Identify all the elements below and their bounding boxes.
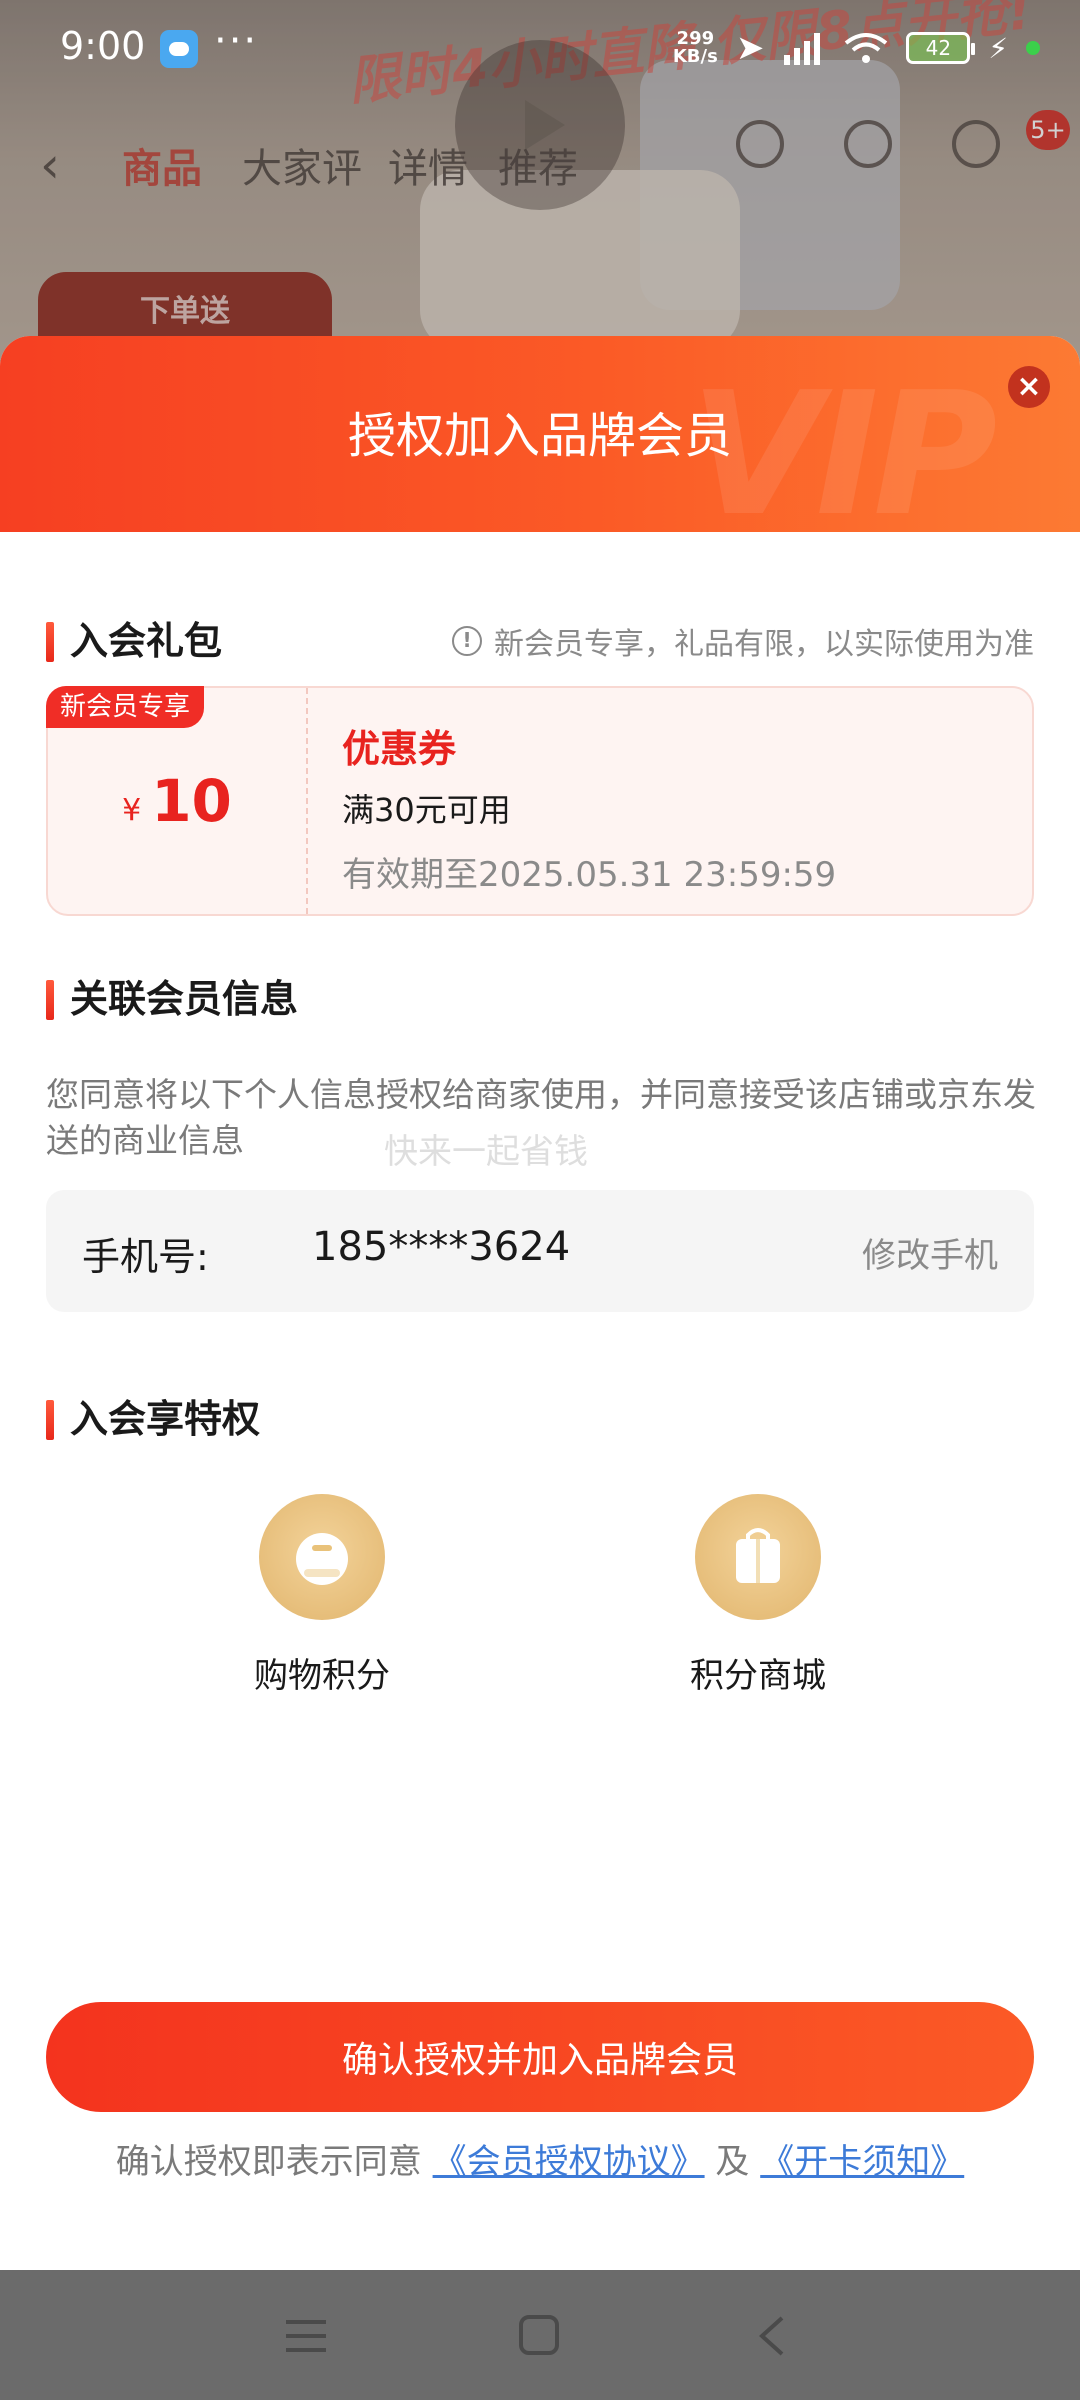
back-icon[interactable] (756, 2314, 788, 2358)
battery-icon: 42 (906, 32, 976, 64)
agreement-prefix: 确认授权即表示同意 (115, 2142, 422, 2182)
gift-section-title: 入会礼包 (46, 616, 222, 666)
membership-auth-sheet: VIP 授权加入品牌会员 × 入会礼包 ! 新会员专享，礼品有限，以实际使用为准… (0, 336, 1080, 2270)
sheet-title: 授权加入品牌会员 (347, 408, 732, 464)
shopping-points-icon (259, 1494, 385, 1620)
close-icon[interactable]: × (1008, 366, 1050, 408)
wifi-icon (845, 33, 888, 63)
gift-notice: ! 新会员专享，礼品有限，以实际使用为准 (452, 616, 1034, 666)
confirm-join-button[interactable]: 确认授权并加入品牌会员 (46, 2002, 1034, 2112)
coupon-card: ¥ 10 新会员专享 优惠券 满30元可用 有效期至2025.05.31 23:… (46, 686, 1034, 916)
home-icon[interactable] (518, 2314, 560, 2356)
phone-label: 手机号: (82, 1235, 209, 1279)
privilege-points-mall[interactable]: 积分商城 (638, 1494, 878, 1697)
agreement-conjunction: 及 (715, 2142, 750, 2182)
coupon-value: 10 (151, 767, 232, 835)
member-info-section-title: 关联会员信息 (46, 974, 298, 1024)
slogan-watermark: 快来一起省钱 (384, 1132, 588, 1172)
privilege-shopping-points[interactable]: 购物积分 (202, 1494, 442, 1697)
card-terms-link[interactable]: 《开卡须知》 (760, 2142, 964, 2182)
coupon-info: 优惠券 满30元可用 有效期至2025.05.31 23:59:59 (342, 718, 836, 896)
gift-notice-text: 新会员专享，礼品有限，以实际使用为准 (494, 627, 1034, 662)
sheet-header: VIP 授权加入品牌会员 × (0, 336, 1080, 554)
coupon-type: 优惠券 (342, 727, 457, 771)
privilege-label: 积分商城 (690, 1656, 826, 1696)
coupon-validity: 有效期至2025.05.31 23:59:59 (342, 855, 837, 895)
signal-icon (784, 33, 821, 65)
status-bar: 9:00 ··· 299 KB/s ➤ 42 ⚡ (0, 0, 1080, 100)
new-member-tag: 新会员专享 (46, 686, 205, 728)
phone-number: 185****3624 (312, 1224, 571, 1270)
active-indicator-dot (1026, 41, 1040, 55)
location-icon: ➤ (735, 28, 765, 68)
member-agreement-link[interactable]: 《会员授权协议》 (433, 2142, 705, 2182)
privileges-section-title: 入会享特权 (46, 1394, 260, 1444)
status-time: 9:00 (60, 24, 146, 68)
status-icons: 299 KB/s ➤ 42 ⚡ (673, 28, 1040, 68)
coupon-condition: 满30元可用 (342, 791, 511, 829)
agreement-text: 确认授权即表示同意 《会员授权协议》 及 《开卡须知》 (0, 2134, 1080, 2183)
system-nav-bar (0, 2270, 1080, 2400)
points-mall-icon (695, 1494, 821, 1620)
network-speed: 299 KB/s (672, 28, 718, 67)
info-icon: ! (452, 626, 482, 656)
privilege-label: 购物积分 (254, 1656, 390, 1696)
charging-icon: ⚡ (988, 31, 1008, 65)
phone-row: 手机号: 185****3624 修改手机 (46, 1190, 1034, 1312)
coupon-currency: ¥ (122, 792, 142, 828)
more-notifications-icon: ··· (214, 18, 259, 64)
menu-icon[interactable] (284, 2318, 328, 2354)
app-notification-icon (160, 30, 198, 68)
edit-phone-button[interactable]: 修改手机 (862, 1228, 998, 1277)
